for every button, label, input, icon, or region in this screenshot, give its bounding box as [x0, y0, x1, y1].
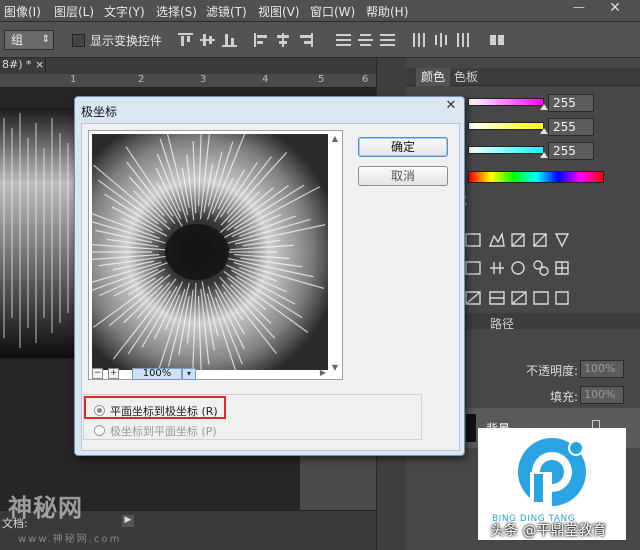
ok-button[interactable]: 确定: [358, 137, 448, 157]
menu-type[interactable]: 文字(Y): [104, 3, 145, 20]
status-menu-arrow-icon[interactable]: ▶: [122, 515, 134, 527]
distribute-vcenter-icon[interactable]: [358, 33, 373, 47]
menu-help[interactable]: 帮助(H): [366, 3, 408, 20]
fill-label: 填充:: [550, 390, 579, 404]
scroll-right-icon[interactable]: ▶: [318, 368, 328, 379]
color-slider-2[interactable]: [468, 122, 544, 130]
align-hcenter-icon[interactable]: [276, 33, 291, 47]
color-slider-1[interactable]: [468, 98, 544, 106]
ruler-tick: 5: [318, 74, 325, 85]
align-top-icon[interactable]: [178, 33, 193, 47]
color-panel-tabs: 颜色 色板: [406, 68, 640, 86]
cancel-button[interactable]: 取消: [358, 166, 448, 186]
horizontal-ruler: 1 2 3 4 5 6: [0, 74, 376, 88]
menu-view[interactable]: 视图(V): [258, 3, 300, 20]
slider-knob-icon[interactable]: [540, 152, 548, 158]
align-right-icon[interactable]: [298, 33, 313, 47]
tab-paths[interactable]: 路径: [490, 315, 514, 332]
ruler-tick: 2: [138, 74, 145, 85]
curves-icon: [511, 233, 525, 247]
options-bar: 组 ⇕ 显示变换控件: [0, 22, 640, 58]
highlight-annotation: [84, 396, 226, 419]
ruler-tick: 1: [70, 74, 77, 85]
show-transform-checkbox[interactable]: [72, 34, 85, 47]
color-slider-3[interactable]: [468, 146, 544, 154]
filter-preview[interactable]: ▲ ▼: [88, 130, 343, 380]
invert-icon: [465, 291, 481, 305]
align-vcenter-icon[interactable]: [200, 33, 215, 47]
ruler-tick: 6: [362, 74, 369, 85]
document-tab[interactable]: 8#) * ×: [0, 58, 46, 74]
close-window-button[interactable]: ✕: [600, 0, 630, 18]
selectivecolor-icon: [555, 291, 569, 305]
hue-icon: [465, 261, 481, 275]
adjustment-icons: [465, 231, 570, 305]
menu-window[interactable]: 窗口(W): [310, 3, 355, 20]
distribute-bottom-icon[interactable]: [380, 33, 395, 47]
bw-icon: [511, 261, 525, 275]
ruler-tick: 3: [200, 74, 207, 85]
posterize-icon: [489, 291, 505, 305]
menu-bar: 图像(I) 图层(L) 文字(Y) 选择(S) 滤镜(T) 视图(V) 窗口(W…: [0, 0, 640, 22]
watermark-url: www.神秘网.com: [18, 534, 122, 545]
dialog-title: 极坐标: [81, 105, 118, 119]
menu-filter[interactable]: 滤镜(T): [206, 3, 247, 20]
distribute-right-icon[interactable]: [456, 33, 471, 47]
polar-coordinates-dialog: 极坐标 ✕ ▲ ▼ − + 100% ▾ ▶ 确定 取消 平面坐标到极坐标 (R…: [74, 96, 465, 456]
polar-to-rect-radio[interactable]: [94, 425, 105, 436]
fill-field[interactable]: 100%: [580, 386, 624, 404]
align-bottom-icon[interactable]: [222, 33, 237, 47]
polar-to-rect-label[interactable]: 极坐标到平面坐标 (P): [110, 423, 217, 439]
ruler-tick: 4: [262, 74, 269, 85]
levels-icon: [488, 231, 505, 247]
auto-align-icon[interactable]: [490, 33, 505, 47]
preview-image: [92, 134, 328, 370]
distribute-top-icon[interactable]: [336, 33, 351, 47]
slider-knob-icon[interactable]: [540, 128, 548, 134]
menu-image[interactable]: 图像(I): [4, 3, 41, 20]
dialog-close-button[interactable]: ✕: [441, 98, 461, 116]
chevron-updown-icon: ⇕: [41, 34, 50, 45]
auto-select-dropdown[interactable]: 组 ⇕: [4, 30, 54, 50]
dialog-body: ▲ ▼ − + 100% ▾ ▶ 确定 取消 平面坐标到极坐标 (R) 极坐标到…: [81, 123, 460, 451]
tab-color[interactable]: 颜色: [416, 68, 450, 86]
slider-knob-icon[interactable]: [540, 104, 548, 110]
threshold-icon: [511, 291, 527, 305]
watermark-text: 神秘网: [8, 493, 83, 522]
color-value-3[interactable]: 255: [548, 142, 594, 160]
opacity-field[interactable]: 100%: [580, 360, 624, 378]
layer-thumbnail: [466, 414, 476, 442]
layers-panel-header: [456, 313, 640, 329]
show-transform-label: 显示变换控件: [90, 34, 163, 48]
tab-swatches[interactable]: 色板: [454, 68, 478, 86]
distribute-hcenter-icon[interactable]: [434, 33, 449, 47]
color-spectrum-ramp[interactable]: [468, 171, 604, 183]
zoom-dropdown-icon[interactable]: ▾: [182, 368, 196, 380]
minimize-button[interactable]: —: [568, 0, 590, 16]
menu-select[interactable]: 选择(S): [156, 3, 197, 20]
opacity-label: 不透明度:: [526, 364, 579, 378]
brightness-icon: [465, 233, 481, 247]
menu-layer[interactable]: 图层(L): [54, 3, 94, 20]
source-credit: 头条 @平鼎堂教育: [490, 523, 607, 539]
scroll-up-icon[interactable]: ▲: [330, 134, 340, 144]
zoom-level[interactable]: 100%: [132, 368, 182, 380]
zoom-in-button[interactable]: +: [108, 368, 119, 379]
balance-icon: [490, 262, 504, 274]
preview-zoom-bar: − + 100% ▾ ▶: [92, 367, 330, 380]
gradientmap-icon: [533, 291, 549, 305]
color-value-1[interactable]: 255: [548, 94, 594, 112]
brand-logo-mark: [518, 438, 586, 508]
distribute-left-icon[interactable]: [412, 33, 427, 47]
channelmixer-icon: [555, 261, 569, 275]
auto-select-value: 组: [11, 33, 24, 47]
scroll-down-icon[interactable]: ▼: [330, 363, 340, 373]
vibrance-icon: [554, 233, 570, 248]
align-left-icon[interactable]: [254, 33, 269, 47]
color-value-2[interactable]: 255: [548, 118, 594, 136]
zoom-out-button[interactable]: −: [92, 368, 103, 379]
exposure-icon: [533, 233, 547, 247]
